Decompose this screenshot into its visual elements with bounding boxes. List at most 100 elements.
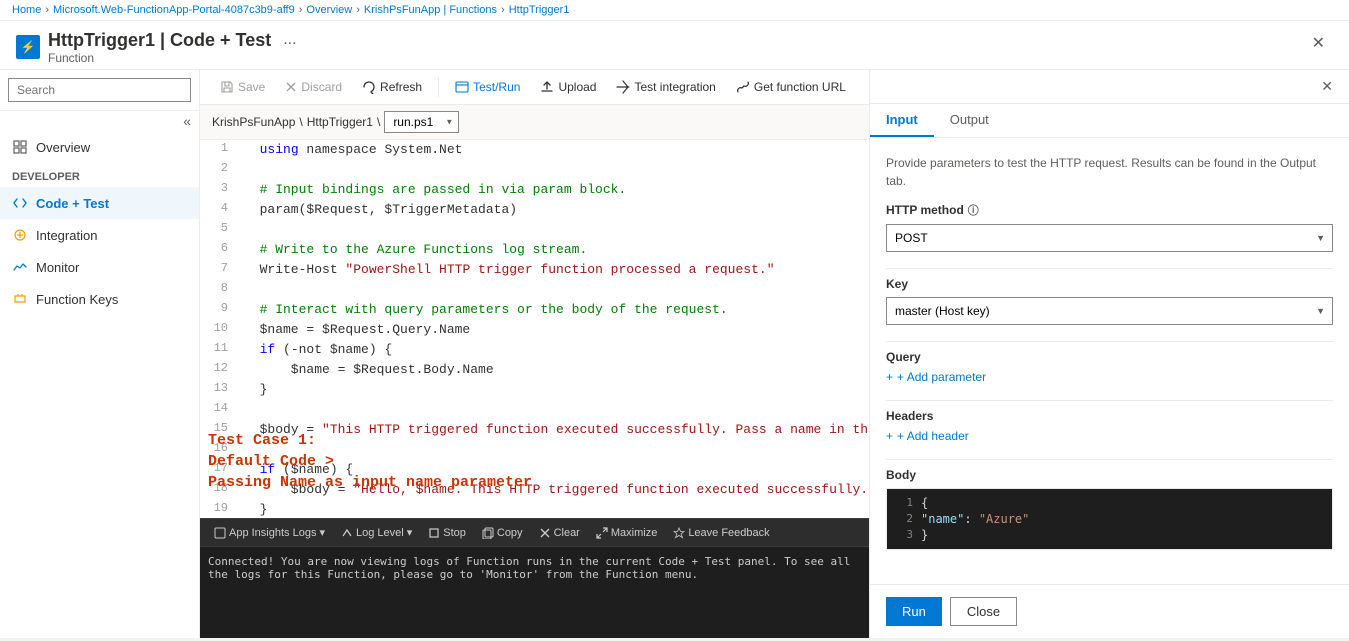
- code-line: 3 # Input bindings are passed in via par…: [200, 180, 869, 200]
- refresh-button[interactable]: Refresh: [354, 76, 430, 98]
- save-button[interactable]: Save: [212, 76, 273, 98]
- header-right: ✕: [1304, 29, 1333, 57]
- copy-button[interactable]: Copy: [476, 524, 529, 542]
- code-test-icon: [12, 195, 28, 211]
- body-group: Body 1 { 2 "name": "Azure" 3 }: [886, 468, 1333, 550]
- log-panel: App Insights Logs ▾ Log Level ▾ Stop: [200, 518, 869, 638]
- sidebar-item-label: Code + Test: [36, 196, 109, 211]
- code-line: 11 if (-not $name) {: [200, 340, 869, 360]
- code-line: 8: [200, 280, 869, 300]
- code-editor[interactable]: Test Case 1: Default Code > Passing Name…: [200, 140, 869, 518]
- code-line: 18 $body = "Hello, $name. This HTTP trig…: [200, 480, 869, 500]
- close-button[interactable]: Close: [950, 597, 1017, 626]
- integration-icon: [12, 227, 28, 243]
- function-keys-icon: [12, 291, 28, 307]
- sidebar-item-monitor[interactable]: Monitor: [0, 251, 199, 283]
- http-method-label: HTTP method ⓘ: [886, 202, 1333, 218]
- code-line: 10 $name = $Request.Query.Name: [200, 320, 869, 340]
- divider-2: [886, 341, 1333, 342]
- info-text: Provide parameters to test the HTTP requ…: [886, 154, 1333, 190]
- body-editor[interactable]: 1 { 2 "name": "Azure" 3 }: [886, 488, 1333, 550]
- http-method-select[interactable]: GET POST PUT DELETE PATCH: [886, 224, 1333, 252]
- log-toolbar: App Insights Logs ▾ Log Level ▾ Stop: [200, 519, 869, 547]
- code-line: 6 # Write to the Azure Functions log str…: [200, 240, 869, 260]
- page-title: HttpTrigger1 | Code + Test: [48, 30, 271, 51]
- breadcrumb-overview[interactable]: Overview: [306, 4, 352, 16]
- function-icon: ⚡: [16, 35, 40, 59]
- file-dropdown-wrapper: run.ps1: [384, 111, 459, 133]
- http-method-info-icon: ⓘ: [968, 202, 979, 218]
- right-panel: ✕ Input Output Provide parameters to tes…: [869, 70, 1349, 638]
- code-line: 5: [200, 220, 869, 240]
- sidebar-search-area: [0, 70, 199, 111]
- sidebar-item-label: Function Keys: [36, 292, 118, 307]
- clear-button[interactable]: Clear: [533, 524, 586, 542]
- run-button[interactable]: Run: [886, 597, 942, 626]
- add-parameter-icon: +: [886, 370, 893, 384]
- code-line: 13 }: [200, 380, 869, 400]
- test-run-button[interactable]: Test/Run: [447, 76, 528, 98]
- code-panel: KrishPsFunApp \ HttpTrigger1 \ run.ps1 T…: [200, 105, 869, 638]
- log-level-chevron-icon: ▾: [407, 526, 413, 539]
- code-line: 7 Write-Host "PowerShell HTTP trigger fu…: [200, 260, 869, 280]
- add-header-button[interactable]: + + Add header: [886, 429, 969, 443]
- http-method-group: HTTP method ⓘ GET POST PUT DELETE PATCH: [886, 202, 1333, 252]
- http-method-select-wrapper: GET POST PUT DELETE PATCH: [886, 224, 1333, 252]
- code-line: 2: [200, 160, 869, 180]
- header-content: HttpTrigger1 | Code + Test ... Function: [48, 29, 301, 65]
- sidebar-item-code-test[interactable]: Code + Test: [0, 187, 199, 219]
- breadcrumb-functions[interactable]: KrishPsFunApp | Functions: [364, 4, 497, 16]
- search-input[interactable]: [8, 78, 191, 102]
- overview-label: Overview: [36, 140, 90, 155]
- sidebar-item-overview[interactable]: Overview: [0, 131, 199, 163]
- tab-input[interactable]: Input: [870, 104, 934, 137]
- code-line: 1 using namespace System.Net: [200, 140, 869, 160]
- body-line-1: 1 {: [891, 495, 1328, 511]
- headers-label: Headers: [886, 409, 1333, 423]
- breadcrumb-subscription[interactable]: Microsoft.Web-FunctionApp-Portal-4087c3b…: [53, 4, 295, 16]
- sidebar-item-label: Monitor: [36, 260, 79, 275]
- sidebar-item-label: Integration: [36, 228, 97, 243]
- log-level-button[interactable]: Log Level ▾: [335, 523, 418, 542]
- file-dropdown[interactable]: run.ps1: [384, 111, 459, 133]
- get-function-url-button[interactable]: Get function URL: [728, 76, 854, 98]
- maximize-button[interactable]: Maximize: [590, 524, 663, 542]
- query-label: Query: [886, 350, 1333, 364]
- sidebar-item-function-keys[interactable]: Function Keys: [0, 283, 199, 315]
- breadcrumb-home[interactable]: Home: [12, 4, 41, 16]
- tab-output[interactable]: Output: [934, 104, 1005, 137]
- sidebar-collapse-button[interactable]: «: [183, 113, 191, 129]
- right-panel-header: ✕: [870, 70, 1349, 104]
- key-group: Key master (Host key): [886, 277, 1333, 325]
- code-line: 9 # Interact with query parameters or th…: [200, 300, 869, 320]
- test-integration-button[interactable]: Test integration: [608, 76, 723, 98]
- breadcrumb-current[interactable]: HttpTrigger1: [509, 4, 570, 16]
- tabs: Input Output: [870, 104, 1349, 138]
- code-line: 19 }: [200, 500, 869, 518]
- header-left: ⚡ HttpTrigger1 | Code + Test ... Functio…: [16, 29, 301, 65]
- app-insights-chevron-icon: ▾: [319, 526, 325, 539]
- body-line-2: 2 "name": "Azure": [891, 511, 1328, 527]
- toolbar-divider: [438, 77, 439, 97]
- breadcrumb: Home › Microsoft.Web-FunctionApp-Portal-…: [0, 0, 1349, 21]
- feedback-button[interactable]: Leave Feedback: [667, 524, 775, 542]
- body-label: Body: [886, 468, 1333, 482]
- monitor-icon: [12, 259, 28, 275]
- ellipsis-button[interactable]: ...: [279, 29, 300, 51]
- add-parameter-button[interactable]: + + Add parameter: [886, 370, 986, 384]
- right-panel-close-button[interactable]: ✕: [1321, 78, 1333, 95]
- stop-button[interactable]: Stop: [422, 524, 472, 542]
- app-insights-button[interactable]: App Insights Logs ▾: [208, 523, 331, 542]
- key-label: Key: [886, 277, 1333, 291]
- code-line: 16: [200, 440, 869, 460]
- key-select[interactable]: master (Host key): [886, 297, 1333, 325]
- overview-icon: [12, 139, 28, 155]
- sidebar-item-integration[interactable]: Integration: [0, 219, 199, 251]
- toolbar: Save Discard Refresh Test/Run Uploa: [200, 70, 869, 105]
- page-subtitle: Function: [48, 51, 301, 65]
- code-line: 17 if ($name) {: [200, 460, 869, 480]
- upload-button[interactable]: Upload: [532, 76, 604, 98]
- header-close-button[interactable]: ✕: [1304, 29, 1333, 57]
- sidebar: « Overview Developer Code + Test Integra…: [0, 70, 200, 638]
- discard-button[interactable]: Discard: [277, 76, 350, 98]
